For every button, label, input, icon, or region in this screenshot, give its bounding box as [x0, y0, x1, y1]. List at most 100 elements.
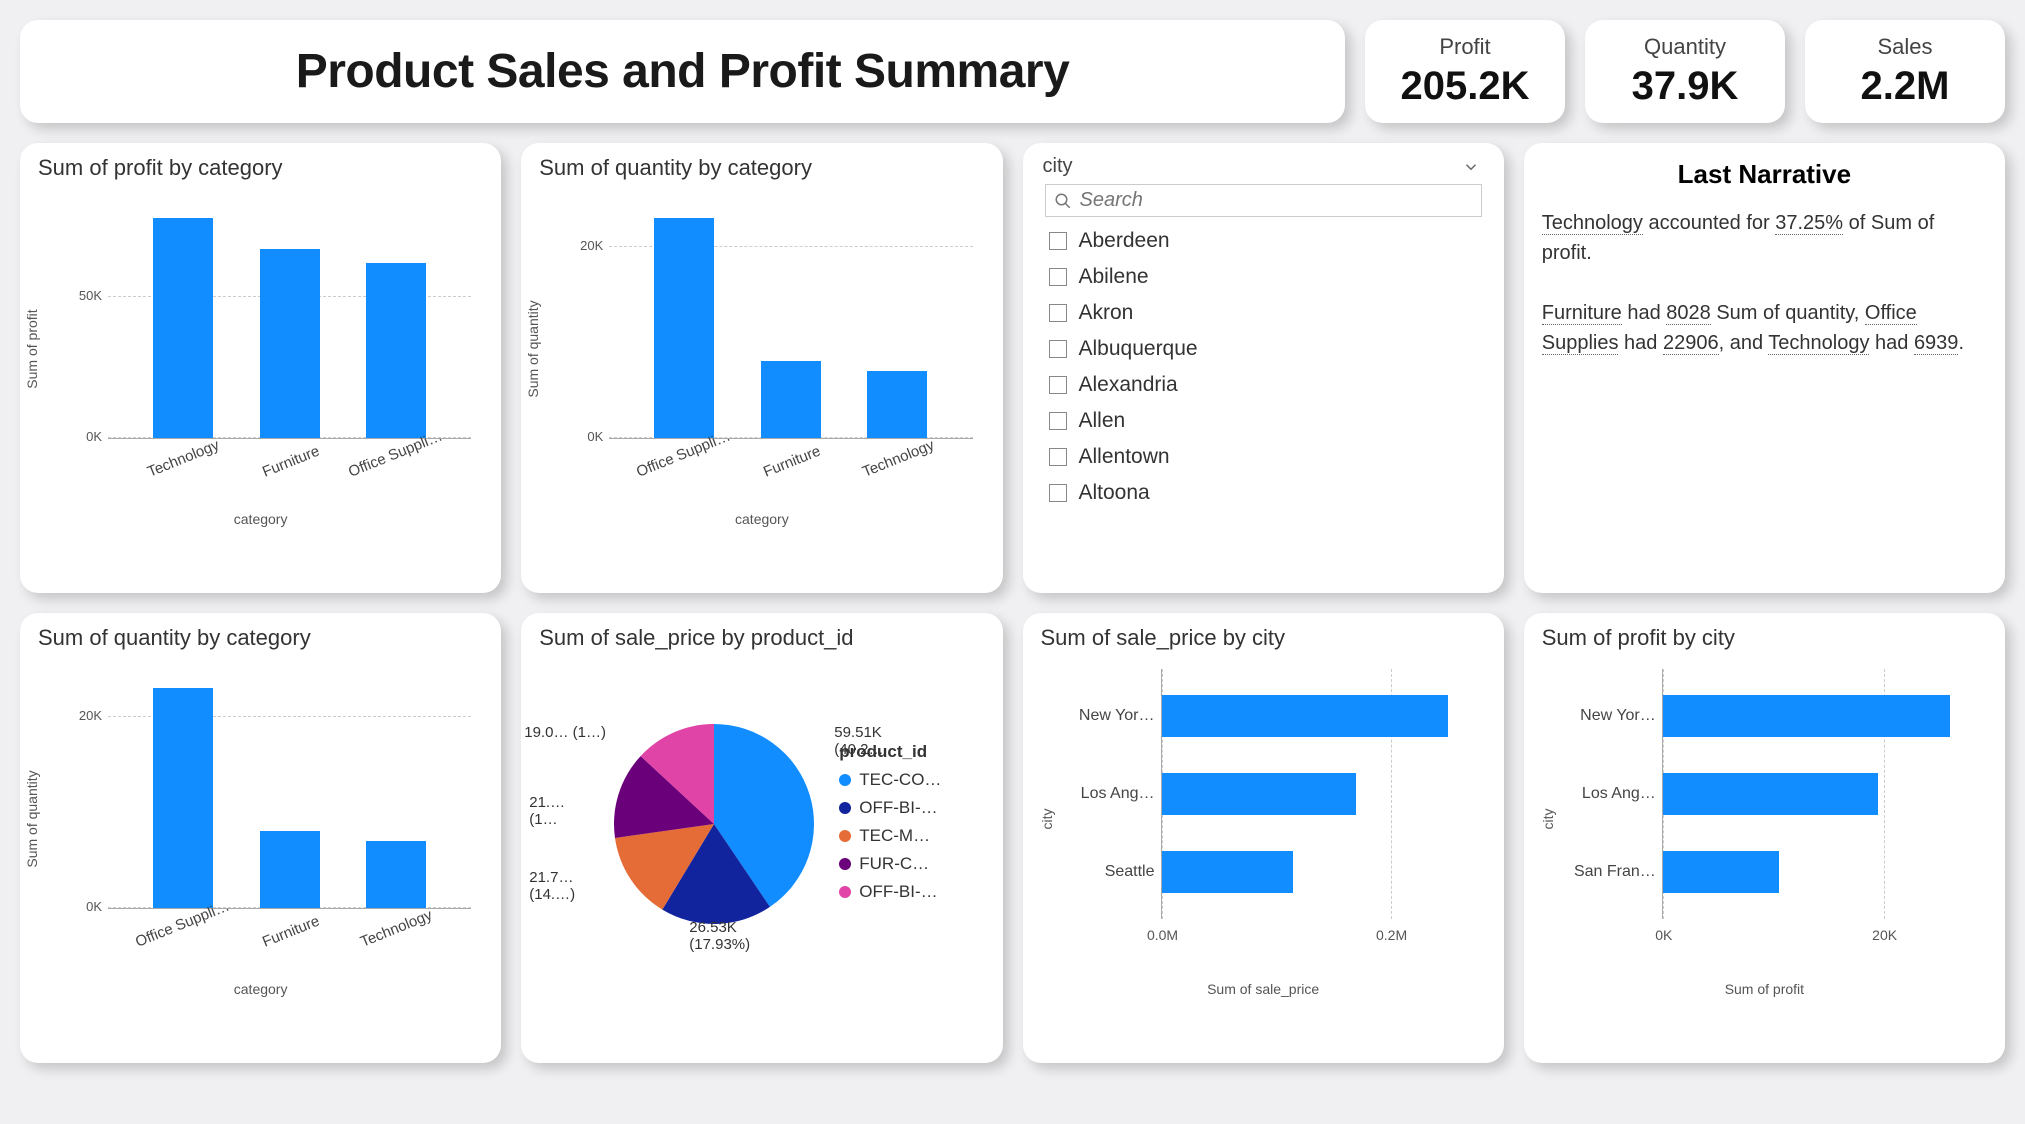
search-icon [1054, 192, 1072, 210]
checkbox-icon[interactable] [1049, 412, 1067, 430]
x-axis-label: category [539, 511, 984, 527]
chart-title: Sum of profit by category [38, 155, 483, 181]
legend-swatch-icon [839, 774, 851, 786]
bar[interactable] [867, 371, 927, 438]
y-axis-label: city [1039, 809, 1055, 830]
legend-swatch-icon [839, 886, 851, 898]
chart-title: Sum of profit by city [1542, 625, 1987, 651]
kpi-quantity[interactable]: Quantity 37.9K [1585, 20, 1785, 123]
chart-sale-by-product[interactable]: Sum of sale_price by product_id 59.51K(4… [521, 613, 1002, 1063]
slicer-item[interactable]: Albuquerque [1045, 331, 1482, 367]
pie-slice-label: 59.51K(40.2… [834, 724, 883, 759]
bar-category-label: Los Ang… [1050, 785, 1155, 803]
bar[interactable] [153, 218, 213, 438]
pie-legend: product_id TEC-CO…OFF-BI-…TEC-M…FUR-C…OF… [839, 742, 941, 906]
kpi-value: 205.2K [1393, 64, 1537, 109]
kpi-label: Sales [1833, 34, 1977, 60]
narrative-title: Last Narrative [1542, 159, 1987, 190]
y-axis-label: city [1540, 809, 1556, 830]
legend-item[interactable]: TEC-M… [839, 822, 941, 850]
narrative-body: Technology accounted for 37.25% of Sum o… [1542, 208, 1987, 358]
bar-category-label: Furniture [260, 443, 322, 481]
bar[interactable] [654, 218, 714, 438]
bar[interactable] [1162, 695, 1448, 737]
legend-swatch-icon [839, 858, 851, 870]
legend-label: FUR-C… [859, 854, 929, 874]
checkbox-icon[interactable] [1049, 376, 1067, 394]
chart-quantity-by-category-1[interactable]: Sum of quantity by category Sum of quant… [521, 143, 1002, 593]
pie-slice-label: 21.7…(14.…) [529, 869, 575, 904]
bar[interactable] [260, 831, 320, 908]
legend-item[interactable]: OFF-BI-… [839, 794, 941, 822]
chart-profit-by-city[interactable]: Sum of profit by city city 0K20KNew Yor…… [1524, 613, 2005, 1063]
legend-label: OFF-BI-… [859, 798, 937, 818]
legend-label: TEC-CO… [859, 770, 941, 790]
pie-slice-label: 21.…(1… [529, 794, 565, 829]
chevron-down-icon[interactable] [1462, 158, 1480, 176]
slicer-item[interactable]: Alexandria [1045, 367, 1482, 403]
legend-item[interactable]: TEC-CO… [839, 766, 941, 794]
kpi-profit[interactable]: Profit 205.2K [1365, 20, 1565, 123]
slicer-item[interactable]: Allen [1045, 403, 1482, 439]
legend-item[interactable]: OFF-BI-… [839, 878, 941, 906]
checkbox-icon[interactable] [1049, 484, 1067, 502]
pie-chart[interactable]: 59.51K(40.2…26.53K(17.93%)21.7…(14.…)21.… [599, 709, 829, 939]
bar[interactable] [1663, 851, 1779, 893]
chart-profit-by-category[interactable]: Sum of profit by category Sum of profit … [20, 143, 501, 593]
bar-category-label: San Fran… [1551, 863, 1656, 881]
bar[interactable] [1663, 695, 1950, 737]
slicer-item[interactable]: Aberdeen [1045, 223, 1482, 259]
x-axis-label: category [38, 981, 483, 997]
slicer-list[interactable]: AberdeenAbileneAkronAlbuquerqueAlexandri… [1045, 223, 1482, 511]
kpi-value: 2.2M [1833, 64, 1977, 109]
checkbox-icon[interactable] [1049, 232, 1067, 250]
kpi-sales[interactable]: Sales 2.2M [1805, 20, 2005, 123]
x-axis-label: Sum of profit [1542, 981, 1987, 997]
chart-title: Sum of quantity by category [38, 625, 483, 651]
slicer-search[interactable] [1045, 184, 1482, 217]
slicer-city[interactable]: city AberdeenAbileneAkronAlbuquerqueAlex… [1023, 143, 1504, 593]
bar[interactable] [366, 841, 426, 908]
bar[interactable] [1162, 773, 1357, 815]
bar[interactable] [1162, 851, 1294, 893]
bar-category-label: Technology [358, 907, 435, 951]
slicer-item[interactable]: Altoona [1045, 475, 1482, 511]
slicer-item[interactable]: Allentown [1045, 439, 1482, 475]
checkbox-icon[interactable] [1049, 268, 1067, 286]
bar[interactable] [153, 688, 213, 908]
y-axis-label: Sum of quantity [525, 300, 541, 397]
slicer-search-input[interactable] [1080, 189, 1473, 212]
bar-category-label: Technology [860, 437, 937, 481]
checkbox-icon[interactable] [1049, 304, 1067, 322]
x-axis-label: category [38, 511, 483, 527]
legend-label: OFF-BI-… [859, 882, 937, 902]
chart-title: Sum of quantity by category [539, 155, 984, 181]
x-axis-label: Sum of sale_price [1041, 981, 1486, 997]
slicer-item-label: Allen [1079, 409, 1126, 433]
narrative-card: Last Narrative Technology accounted for … [1524, 143, 2005, 593]
slicer-item-label: Altoona [1079, 481, 1150, 505]
bar-category-label: Seattle [1050, 863, 1155, 881]
kpi-value: 37.9K [1613, 64, 1757, 109]
checkbox-icon[interactable] [1049, 340, 1067, 358]
chart-sale-by-city[interactable]: Sum of sale_price by city city 0.0M0.2MN… [1023, 613, 1504, 1063]
bar-category-label: Furniture [260, 913, 322, 951]
slicer-field: city [1043, 155, 1073, 178]
slicer-item[interactable]: Abilene [1045, 259, 1482, 295]
legend-swatch-icon [839, 802, 851, 814]
dashboard-title-card: Product Sales and Profit Summary [20, 20, 1345, 123]
bar[interactable] [1663, 773, 1878, 815]
checkbox-icon[interactable] [1049, 448, 1067, 466]
bar[interactable] [260, 249, 320, 438]
legend-item[interactable]: FUR-C… [839, 850, 941, 878]
bar-category-label: Technology [145, 437, 222, 481]
bar[interactable] [761, 361, 821, 438]
chart-title: Sum of sale_price by product_id [539, 625, 984, 651]
slicer-item[interactable]: Akron [1045, 295, 1482, 331]
legend-swatch-icon [839, 830, 851, 842]
pie-slice-label: 19.0… (1…) [524, 724, 606, 741]
bar[interactable] [366, 263, 426, 438]
slicer-item-label: Allentown [1079, 445, 1170, 469]
kpi-label: Profit [1393, 34, 1537, 60]
chart-quantity-by-category-2[interactable]: Sum of quantity by category Sum of quant… [20, 613, 501, 1063]
